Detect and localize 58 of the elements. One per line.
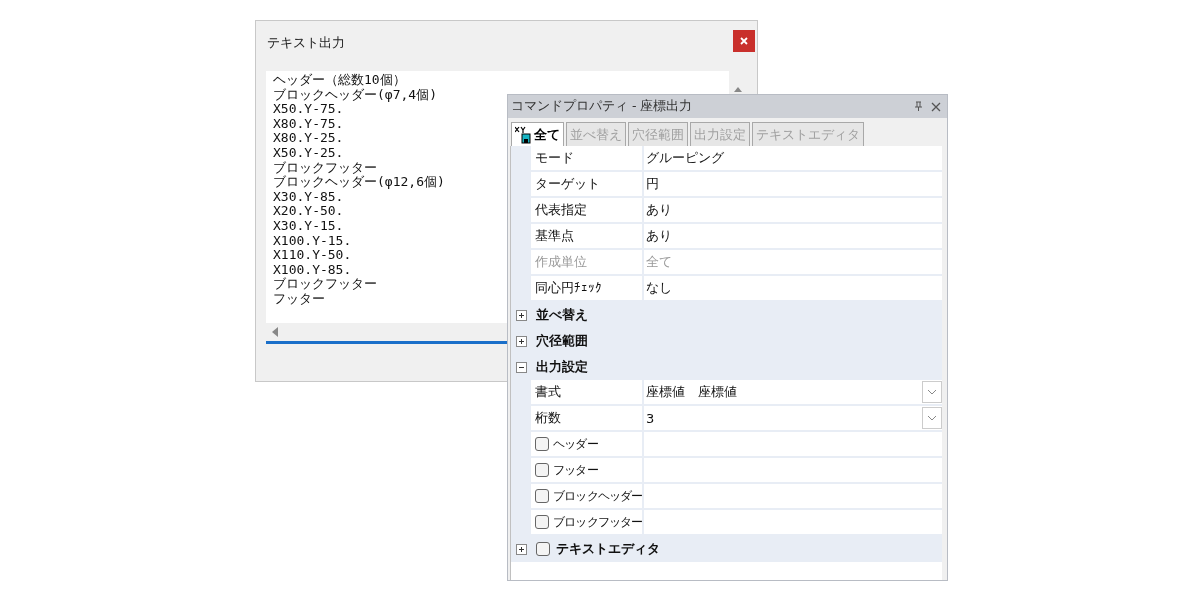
close-icon[interactable]	[931, 101, 941, 112]
option-label: ブロックヘッダー	[553, 487, 642, 505]
output-line: フッター	[273, 291, 325, 307]
pin-icon[interactable]	[914, 101, 923, 112]
category-label[interactable]: 並べ替え	[536, 306, 588, 324]
checkbox[interactable]	[535, 489, 549, 503]
collapse-icon[interactable]	[515, 361, 527, 373]
output-line: X50.Y-75.	[273, 102, 344, 117]
output-line: X80.Y-75.	[273, 116, 344, 132]
property-value[interactable]: あり	[646, 227, 672, 245]
expand-icon[interactable]	[515, 309, 527, 321]
property-name: 書式	[535, 383, 561, 401]
property-name: モード	[535, 149, 574, 167]
output-line: X110.Y-50.	[273, 248, 352, 263]
checkbox[interactable]	[535, 515, 549, 529]
output-line: X30.Y-15.	[273, 218, 344, 234]
chevron-down-icon	[927, 415, 937, 421]
close-icon	[740, 37, 748, 45]
xy-icon	[515, 125, 531, 144]
property-name: 代表指定	[535, 201, 587, 219]
category-label[interactable]: テキストエディタ	[556, 540, 660, 558]
property-value[interactable]: なし	[646, 279, 672, 297]
scroll-left-icon[interactable]	[272, 327, 278, 337]
checkbox[interactable]	[535, 463, 549, 477]
property-name: 同心円ﾁｪｯｸ	[535, 279, 602, 297]
output-line: X100.Y-85.	[273, 262, 352, 277]
output-line: ヘッダー（総数10個）	[273, 73, 406, 88]
panel-title: コマンドプロパティ - 座標出力	[511, 98, 694, 115]
output-line: ブロックフッター	[273, 277, 377, 292]
chevron-down-icon	[927, 389, 937, 395]
output-line: ブロックヘッダー(φ7,4個)	[273, 87, 437, 103]
property-value[interactable]: グルーピング	[646, 149, 724, 167]
output-line: X100.Y-15.	[273, 233, 352, 249]
close-button[interactable]	[733, 30, 755, 52]
expand-icon[interactable]	[515, 335, 527, 347]
property-name: 桁数	[535, 409, 561, 427]
checkbox[interactable]	[536, 542, 550, 556]
property-name: 基準点	[535, 227, 574, 245]
output-line: X80.Y-25.	[273, 131, 344, 146]
option-label: ヘッダー	[553, 435, 598, 453]
option-label: フッター	[553, 461, 598, 479]
scroll-up-icon[interactable]	[734, 87, 742, 92]
window-title: テキスト出力	[267, 34, 345, 52]
output-line: ブロックフッター	[273, 160, 377, 175]
property-value[interactable]: 3	[646, 410, 655, 426]
checkbox[interactable]	[535, 437, 549, 451]
output-line: X20.Y-50.	[273, 204, 344, 219]
property-name: ターゲット	[535, 175, 600, 193]
tab[interactable]: 全て	[511, 122, 564, 146]
output-line: ブロックヘッダー(φ12,6個)	[273, 175, 445, 190]
output-line: X50.Y-25.	[273, 145, 344, 161]
property-name: 作成単位	[535, 253, 587, 271]
expand-icon[interactable]	[515, 543, 527, 555]
option-label: ブロックフッター	[553, 513, 642, 531]
property-value[interactable]: 円	[646, 175, 659, 193]
property-value[interactable]: あり	[646, 201, 672, 219]
output-line: X30.Y-85.	[273, 189, 344, 205]
category-label[interactable]: 出力設定	[536, 358, 588, 376]
